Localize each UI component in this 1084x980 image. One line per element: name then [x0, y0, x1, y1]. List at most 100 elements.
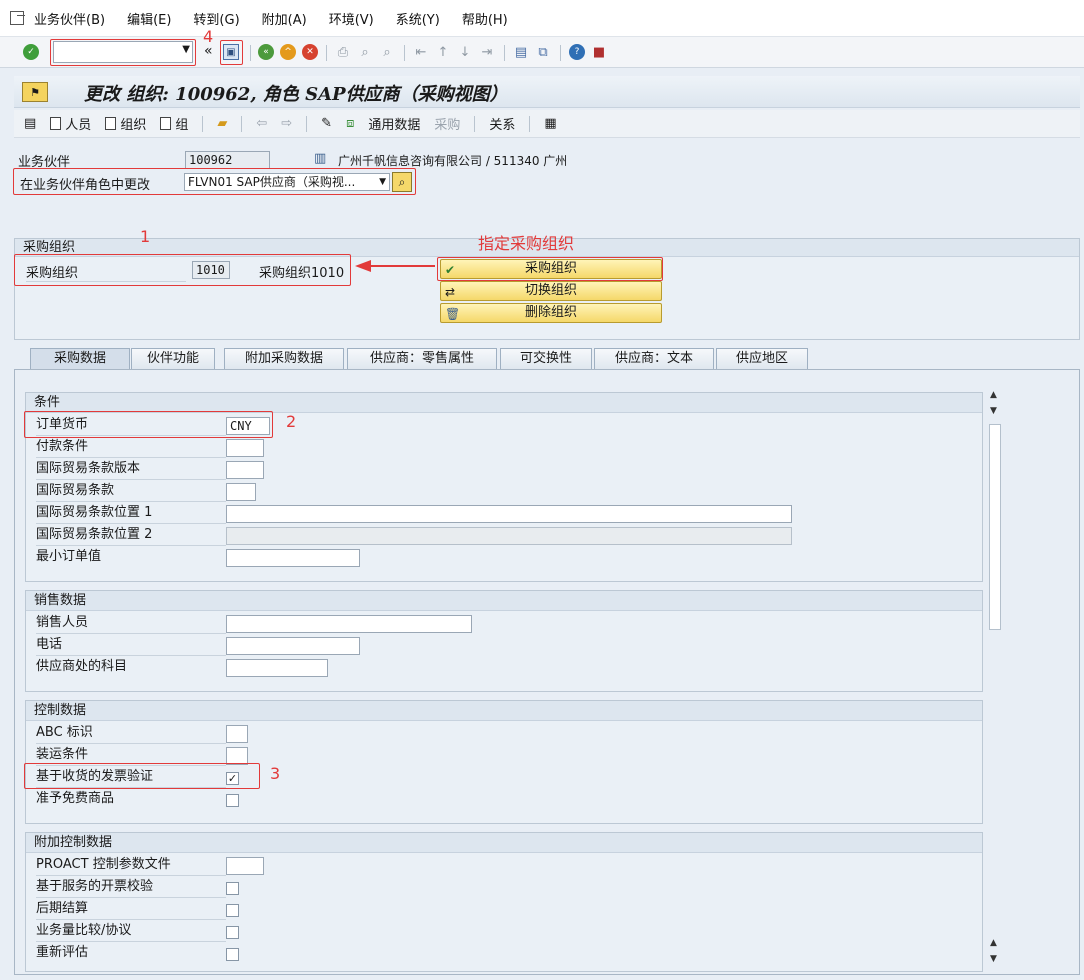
- free-goods-checkbox[interactable]: [226, 794, 239, 807]
- proact-profile-field[interactable]: [226, 857, 264, 875]
- delete-org-label: 删除组织: [524, 305, 577, 320]
- account-at-vendor-label: 供应商处的科目: [36, 659, 128, 674]
- back-button[interactable]: «: [257, 43, 275, 61]
- tab-panel: 条件 订单货币 CNY 付款条件 国际贸易条款版本 国际贸易条款 国际贸易条款位…: [14, 369, 1080, 975]
- create-organization-button[interactable]: 组织: [105, 114, 146, 133]
- vertical-scrollbar[interactable]: ▲ ▼ ▲ ▼: [987, 390, 1003, 970]
- sales-data-group: 销售数据 销售人员 电话 供应商处的科目: [25, 590, 983, 692]
- menu-extras[interactable]: 附加(A): [262, 9, 307, 28]
- bp-number-field: 100962: [185, 151, 270, 169]
- abc-indicator-field[interactable]: [226, 725, 248, 743]
- incoterms-version-label: 国际贸易条款版本: [36, 460, 226, 480]
- create-group-button[interactable]: 组: [160, 114, 188, 133]
- salesperson-label: 销售人员: [36, 614, 226, 634]
- min-order-value-label: 最小订单值: [36, 549, 102, 564]
- open-button[interactable]: ▰: [217, 116, 227, 131]
- next-page-button[interactable]: ↓: [456, 43, 474, 61]
- menu-environment[interactable]: 环境(V): [329, 9, 374, 28]
- tab-vendor-retail-attributes[interactable]: 供应商：零售属性: [347, 348, 497, 369]
- menu-edit[interactable]: 编辑(E): [127, 9, 171, 28]
- payment-terms-field[interactable]: [226, 439, 264, 457]
- menu-business-partner[interactable]: 业务伙伴(B): [34, 9, 105, 28]
- display-change-button[interactable]: ✎: [321, 116, 332, 131]
- incoterms-location1-label: 国际贸易条款位置 1: [36, 504, 226, 524]
- new-session-icon: ▤: [514, 44, 528, 60]
- application-toolbar: ▤ 人员 组织 组 ▰ ⇦ ⇨ ✎ ⧈ 通用数据 采购 关系 ▦: [14, 110, 1080, 138]
- switch-org-button[interactable]: ⇄ 切换组织: [440, 281, 662, 301]
- arrow-right-icon: ⇨: [281, 116, 293, 131]
- shortcut-button[interactable]: ⧉: [534, 43, 552, 61]
- print-button[interactable]: ⎙: [334, 43, 352, 61]
- delete-org-button[interactable]: 🗑 删除组织: [440, 303, 662, 323]
- prev-page-button[interactable]: ↑: [434, 43, 452, 61]
- highlight-save: [220, 40, 243, 65]
- switch-org-label: 切换组织: [524, 283, 577, 298]
- account-at-vendor-field[interactable]: [226, 659, 328, 677]
- incoterms-location1-field[interactable]: [226, 505, 792, 523]
- min-order-value-field[interactable]: [226, 549, 360, 567]
- subsequent-settlement-checkbox[interactable]: [226, 904, 239, 917]
- additional-control-title: 附加控制数据: [26, 833, 982, 853]
- print-icon: ⎙: [337, 44, 349, 60]
- tab-additional-purchasing-data[interactable]: 附加采购数据: [224, 348, 344, 369]
- phone-field[interactable]: [226, 637, 360, 655]
- back-icon: «: [258, 44, 274, 60]
- incoterms-label: 国际贸易条款: [36, 482, 226, 502]
- annotation-arrow: [355, 260, 435, 272]
- bp-role-icon[interactable]: ⚑: [22, 82, 48, 102]
- customize-layout-button[interactable]: ■: [590, 43, 608, 61]
- volume-comparison-checkbox[interactable]: [226, 926, 239, 939]
- volume-comparison-label: 业务量比较/协议: [36, 922, 226, 942]
- arrow-left-icon: ⇦: [256, 116, 268, 131]
- create-organization-label: 组织: [120, 118, 147, 133]
- help-button[interactable]: ?: [568, 43, 586, 61]
- monitor-icon: ■: [592, 44, 606, 60]
- page-title: 更改 组织: 100962, 角色 SAP供应商（采购视图）: [84, 84, 508, 105]
- last-page-button[interactable]: ⇥: [478, 43, 496, 61]
- first-page-button[interactable]: ⇤: [412, 43, 430, 61]
- purchasing-button[interactable]: 采购: [434, 114, 460, 133]
- find-next-button[interactable]: ⌕: [378, 43, 396, 61]
- locator-button[interactable]: ▤: [24, 116, 36, 131]
- scroll-bottom-icon[interactable]: ▼: [990, 954, 997, 964]
- menu-system[interactable]: 系统(Y): [396, 9, 440, 28]
- revaluation-checkbox[interactable]: [226, 948, 239, 961]
- hierarchy-button[interactable]: ⧈: [346, 116, 354, 131]
- scroll-up-icon[interactable]: ▼: [990, 406, 997, 416]
- title-bar: ⚑ 更改 组织: 100962, 角色 SAP供应商（采购视图）: [14, 76, 1080, 108]
- enter-button[interactable]: ✓: [22, 43, 40, 61]
- incoterms-field[interactable]: [226, 483, 256, 501]
- highlight-select-org-button: [437, 257, 663, 281]
- incoterms-location2-field: [226, 527, 792, 545]
- exit-icon[interactable]: [10, 11, 25, 25]
- first-page-icon: ⇤: [415, 44, 427, 60]
- scroll-thumb[interactable]: [989, 424, 1001, 630]
- new-session-button[interactable]: ▤: [512, 43, 530, 61]
- tab-purchasing-data[interactable]: 采购数据: [30, 348, 130, 369]
- general-data-button[interactable]: 通用数据: [368, 114, 420, 133]
- find-button[interactable]: ⌕: [356, 43, 374, 61]
- tab-interchangeability[interactable]: 可交换性: [500, 348, 592, 369]
- back-arrow-button[interactable]: ⇦: [256, 116, 267, 131]
- service-based-iv-checkbox[interactable]: [226, 882, 239, 895]
- exit-button[interactable]: ^: [279, 43, 297, 61]
- salesperson-field[interactable]: [226, 615, 472, 633]
- shortcut-icon: ⧉: [538, 44, 548, 60]
- tab-supply-area[interactable]: 供应地区: [716, 348, 808, 369]
- incoterms-location2-label: 国际贸易条款位置 2: [36, 526, 226, 546]
- report-icon: ▦: [544, 116, 557, 131]
- create-person-button[interactable]: 人员: [50, 114, 91, 133]
- tab-vendor-texts[interactable]: 供应商：文本: [594, 348, 714, 369]
- highlight-purchasing-org: [14, 254, 351, 286]
- incoterms-version-field[interactable]: [226, 461, 264, 479]
- scroll-top-icon[interactable]: ▲: [990, 390, 997, 400]
- forward-arrow-button[interactable]: ⇨: [281, 116, 292, 131]
- relationships-button[interactable]: 关系: [489, 114, 515, 133]
- tab-partner-functions[interactable]: 伙伴功能: [131, 348, 215, 369]
- scroll-down-icon[interactable]: ▲: [990, 938, 997, 948]
- menu-goto[interactable]: 转到(G): [193, 9, 239, 28]
- cancel-button[interactable]: ✕: [301, 43, 319, 61]
- more-functions-button[interactable]: ▦: [544, 116, 556, 131]
- annotation-4: 4: [203, 27, 214, 46]
- menu-help[interactable]: 帮助(H): [462, 9, 508, 28]
